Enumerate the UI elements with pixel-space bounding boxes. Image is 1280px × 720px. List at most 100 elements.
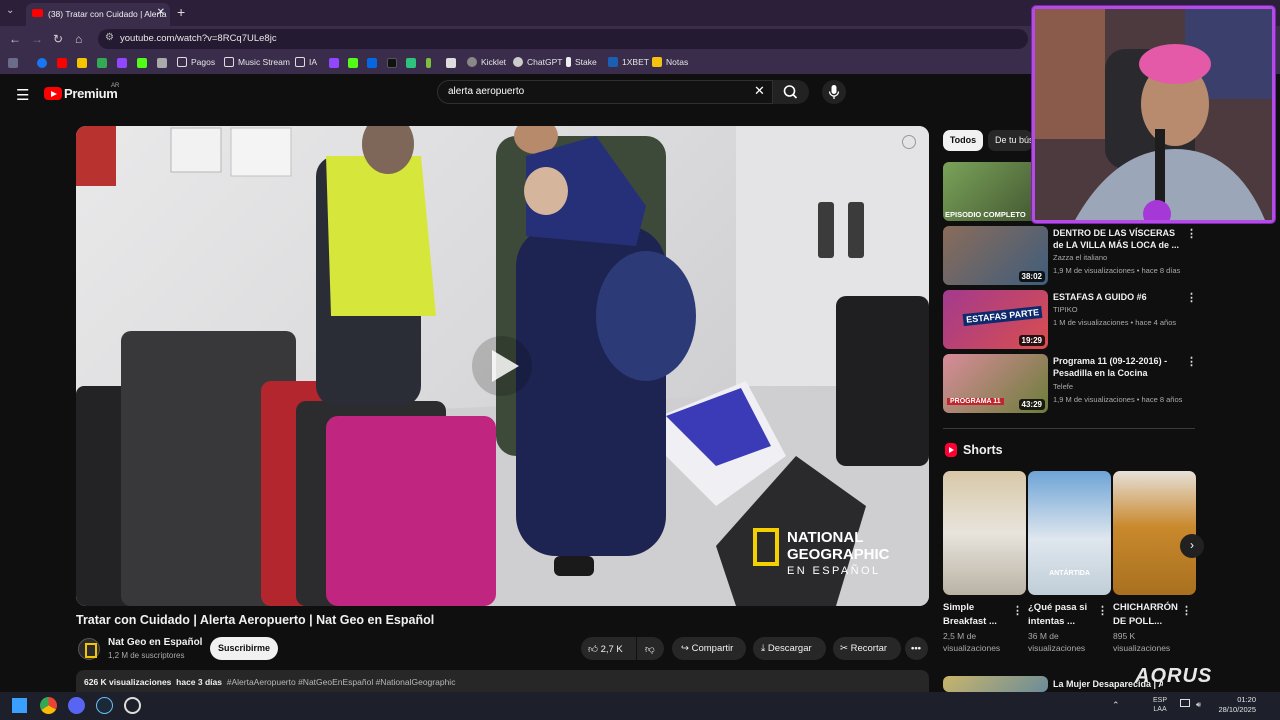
tiktok-icon[interactable] — [387, 58, 397, 68]
volume-icon[interactable]: 🔊︎ — [1196, 700, 1201, 710]
related-title[interactable]: DENTRO DE LAS VÍSCERAS de LA VILLA MÁS L… — [1053, 227, 1183, 251]
monitor-icon[interactable] — [1180, 699, 1190, 707]
bookmark-kicklet[interactable]: Kicklet — [467, 57, 506, 67]
bookmark-notas[interactable]: Notas — [652, 57, 688, 67]
tab-search-icon[interactable]: ⌄ — [6, 5, 14, 16]
shorts-next-button[interactable]: › — [1180, 534, 1204, 558]
hashtags[interactable]: #AlertaAeropuerto #NatGeoEnEspañol #Nati… — [227, 677, 456, 687]
short-thumbnail[interactable] — [1113, 471, 1196, 595]
bookmark-pagos[interactable]: Pagos — [177, 57, 215, 67]
short-title[interactable]: ¿Qué pasa si intentas ... — [1028, 601, 1096, 629]
bookmark-stake[interactable]: Stake — [566, 57, 597, 67]
input-language[interactable]: ESP LAA — [1153, 696, 1167, 714]
related-channel[interactable]: TIPIKO — [1053, 305, 1078, 314]
channel-name[interactable]: Nat Geo en Español — [108, 637, 202, 648]
reload-icon[interactable]: ↻ — [53, 32, 63, 46]
more-actions-button[interactable]: ••• — [905, 637, 928, 660]
description-box[interactable]: 626 K visualizaciones hace 3 días #Alert… — [76, 670, 929, 692]
clip-label: Recortar — [850, 643, 888, 654]
video-player[interactable]: NATIONAL GEOGRAPHIC EN ESPAÑOL — [76, 126, 929, 606]
like-button[interactable]: 👍︎ 2,7 K — [581, 637, 636, 660]
video-title: Tratar con Cuidado | Alerta Aeropuerto |… — [76, 613, 435, 627]
related-title[interactable]: Programa 11 (09-12-2016) - Pesadilla en … — [1053, 355, 1183, 379]
browser-tab-active[interactable]: (38) Tratar con Cuidado | Alerta ✕ — [26, 3, 170, 26]
related-channel[interactable]: Telefe — [1053, 382, 1073, 391]
related-meta: 1 M de visualizaciones • hace 4 años — [1053, 318, 1177, 327]
short-thumbnail[interactable]: ANTÁRTIDA — [1028, 471, 1111, 595]
search-button[interactable] — [773, 80, 809, 104]
shorts-icon — [945, 443, 957, 457]
facebook-icon[interactable] — [37, 58, 47, 68]
url-field[interactable]: ⚙ youtube.com/watch?v=8RCq7ULe8jc — [98, 29, 1028, 49]
chrome-icon[interactable] — [40, 697, 57, 714]
more-vert-icon[interactable]: ⋮ — [1186, 227, 1197, 240]
bookmark-music-stream[interactable]: Music Stream — [224, 57, 290, 67]
more-icon: ••• — [911, 643, 921, 654]
info-icon[interactable] — [902, 135, 916, 149]
twitch-icon[interactable] — [329, 58, 339, 68]
bookmark-icon[interactable] — [157, 58, 167, 68]
bookmark-icon[interactable] — [446, 58, 456, 68]
binance-icon[interactable] — [77, 58, 87, 68]
bookmark-icon[interactable] — [406, 58, 416, 68]
related-thumbnail[interactable] — [943, 676, 1048, 692]
short-views: 895 K visualizaciones — [1113, 631, 1171, 653]
related-thumbnail[interactable]: PROGRAMA 11 43:29 — [943, 354, 1048, 413]
short-thumbnail[interactable] — [943, 471, 1026, 595]
short-views: 36 M de visualizaciones — [1028, 631, 1086, 653]
chip-all[interactable]: Todos — [943, 130, 983, 151]
more-vert-icon[interactable]: ⋮ — [1186, 291, 1197, 304]
share-icon: ↪ — [681, 643, 689, 654]
discord-icon[interactable] — [68, 697, 85, 714]
tray-chevron-icon[interactable]: ⌃ — [1112, 700, 1120, 711]
short-title[interactable]: CHICHARRÓN DE POLL... — [1113, 601, 1181, 629]
chevron-right-icon: › — [1190, 538, 1194, 552]
more-vert-icon[interactable]: ⋮ — [1097, 604, 1108, 617]
new-tab-icon[interactable]: + — [177, 4, 185, 20]
voice-search-button[interactable] — [822, 80, 846, 104]
url-text: youtube.com/watch?v=8RCq7ULe8jc — [120, 33, 277, 44]
channel-avatar[interactable] — [78, 638, 100, 660]
home-icon[interactable]: ⌂ — [75, 32, 82, 46]
more-vert-icon[interactable]: ⋮ — [1181, 604, 1192, 617]
search-input[interactable]: alerta aeropuerto — [437, 80, 773, 104]
meta-icon[interactable] — [367, 58, 377, 68]
windows-start-icon[interactable] — [12, 698, 27, 713]
tab-close-icon[interactable]: ✕ — [157, 7, 165, 18]
back-icon[interactable]: ← — [9, 32, 21, 46]
app-icon[interactable] — [124, 697, 141, 714]
youtube-bookmark-icon[interactable] — [57, 58, 67, 68]
apps-grid-icon[interactable] — [8, 58, 18, 68]
bookmark-chatgpt[interactable]: ChatGPT — [513, 57, 562, 67]
chip-related[interactable]: De tu búsqueda — [988, 130, 1032, 151]
subscribe-button[interactable]: Suscribirme — [210, 637, 278, 660]
twitch-icon[interactable] — [117, 58, 127, 68]
related-thumbnail[interactable]: 38:02 — [943, 226, 1048, 285]
more-vert-icon[interactable]: ⋮ — [1012, 604, 1023, 617]
related-title[interactable]: ESTAFAS A GUIDO #6 — [1053, 291, 1183, 303]
clock[interactable]: 01:20 28/10/2025 — [1218, 695, 1256, 715]
bookmark-icon[interactable] — [426, 58, 431, 68]
download-button[interactable]: ⤓ Descargar — [753, 637, 826, 660]
kick-icon[interactable] — [137, 58, 147, 68]
forward-icon[interactable]: → — [31, 32, 43, 46]
youtube-logo-icon[interactable] — [44, 87, 62, 100]
drive-icon[interactable] — [97, 58, 107, 68]
site-info-icon[interactable]: ⚙ — [105, 32, 114, 43]
short-title[interactable]: Simple Breakfast ... — [943, 601, 1011, 629]
related-thumbnail[interactable]: ESTAFAS PARTE 19:29 — [943, 290, 1048, 349]
clock-time: 01:20 — [1237, 695, 1256, 704]
steam-icon[interactable] — [96, 697, 113, 714]
bookmark-ia[interactable]: IA — [295, 57, 317, 67]
video-duration: 38:02 — [1018, 271, 1045, 282]
dislike-button[interactable]: 👎︎ — [637, 637, 664, 660]
scissors-icon: ✂ — [840, 643, 848, 654]
menu-icon[interactable]: ☰ — [16, 86, 29, 104]
share-button[interactable]: ↪ Compartir — [672, 637, 746, 660]
related-channel[interactable]: Zazza el italiano — [1053, 253, 1107, 262]
bookmark-1xbet[interactable]: 1XBET — [608, 57, 649, 67]
kick-icon[interactable] — [348, 58, 358, 68]
clear-search-icon[interactable]: ✕ — [754, 83, 765, 99]
clip-button[interactable]: ✂ Recortar — [833, 637, 901, 660]
more-vert-icon[interactable]: ⋮ — [1186, 355, 1197, 368]
